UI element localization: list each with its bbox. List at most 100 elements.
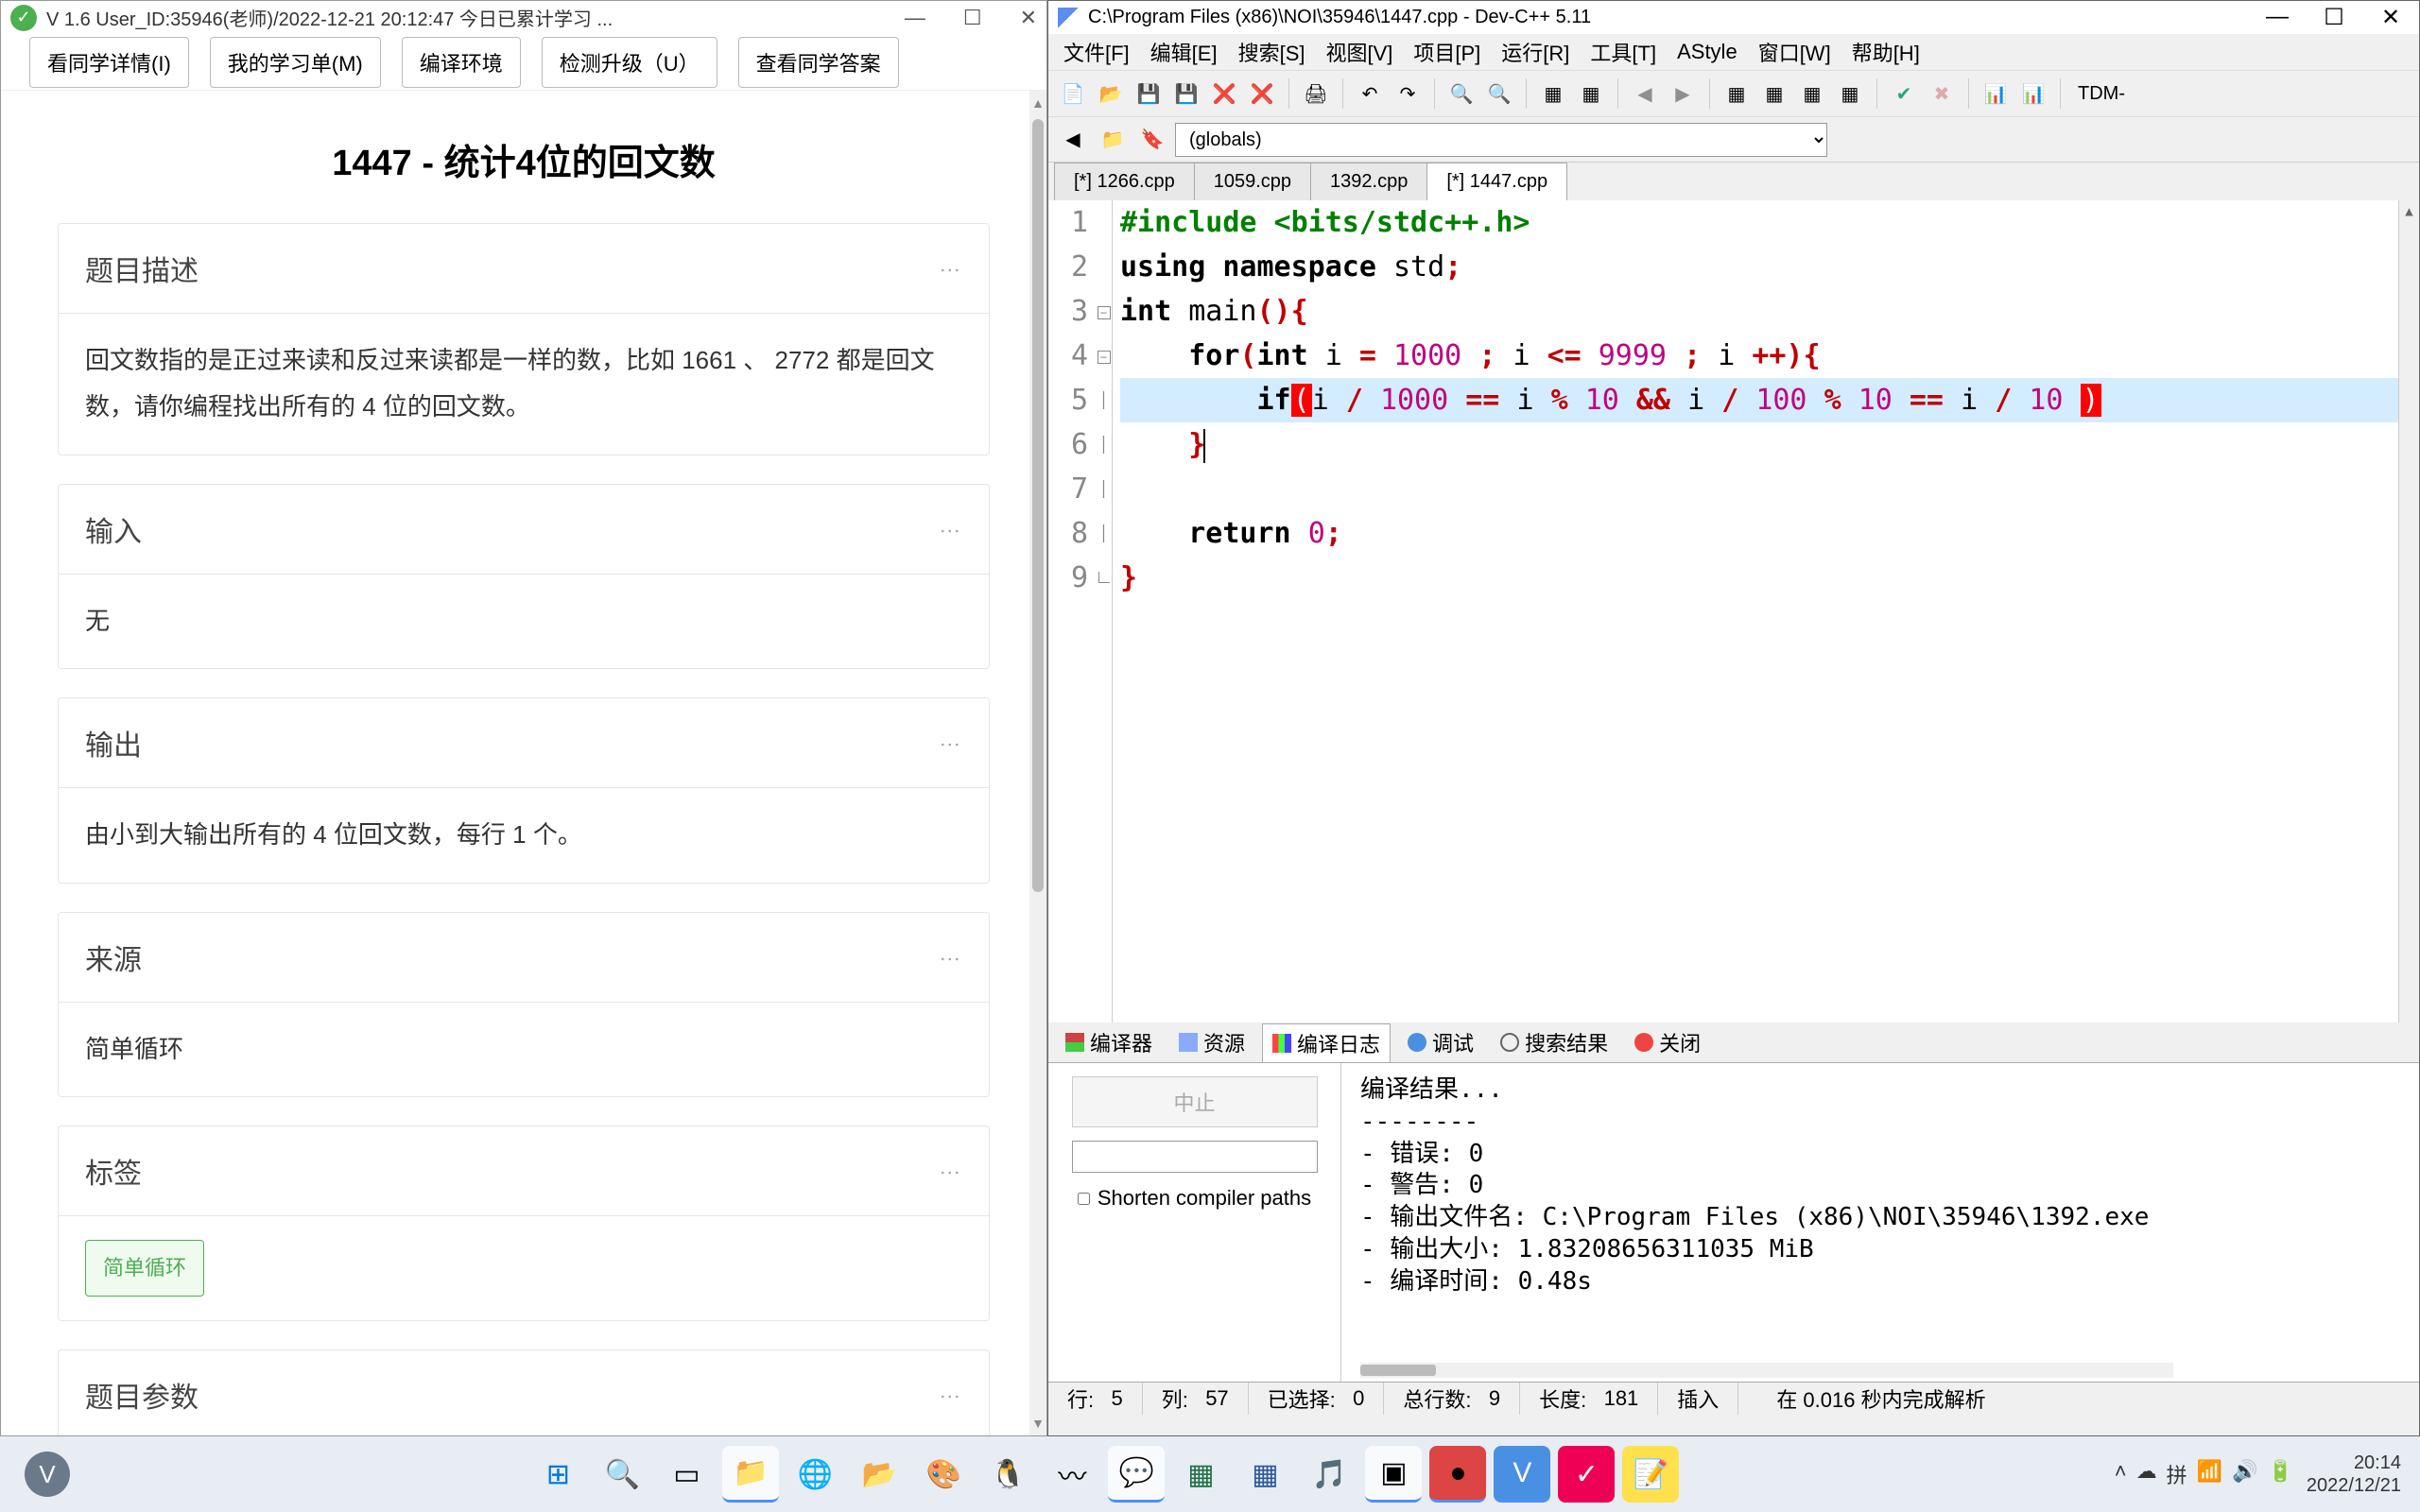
undo-icon[interactable]: ↶ bbox=[1353, 77, 1387, 111]
profile-icon[interactable]: 📊 bbox=[1979, 77, 2013, 111]
scroll-thumb[interactable] bbox=[1032, 119, 1044, 892]
compile-log-tab[interactable]: 编译日志 bbox=[1262, 1023, 1391, 1062]
tray-battery-icon[interactable]: 🔋 bbox=[2267, 1459, 2292, 1489]
word-icon[interactable]: ▦ bbox=[1236, 1446, 1293, 1503]
left-scrollbar[interactable]: ▲ ▼ bbox=[1029, 91, 1046, 1435]
kebab-icon[interactable]: ⋮ bbox=[938, 260, 962, 277]
close-file-icon[interactable]: ❌ bbox=[1207, 77, 1241, 111]
tray-chevron-icon[interactable]: ˄ bbox=[2115, 1459, 2127, 1489]
menu-run[interactable]: 运行[R] bbox=[1495, 35, 1575, 69]
view-answers-button[interactable]: 查看同学答案 bbox=[738, 37, 899, 88]
tag-pill[interactable]: 简单循环 bbox=[85, 1240, 204, 1297]
taskbar-clock[interactable]: 20:14 2022/12/21 bbox=[2307, 1452, 2401, 1497]
new-file-icon[interactable]: 📄 bbox=[1056, 77, 1090, 111]
compiler-combo-label[interactable]: TDM- bbox=[2070, 83, 2133, 105]
debug-tab[interactable]: 调试 bbox=[1398, 1023, 1483, 1061]
menu-window[interactable]: 窗口[W] bbox=[1753, 35, 1837, 69]
tray-wifi-icon[interactable]: 📶 bbox=[2197, 1459, 2222, 1489]
cancel-icon[interactable]: ✖ bbox=[1925, 77, 1959, 111]
check-icon[interactable]: ✔ bbox=[1887, 77, 1921, 111]
debug-fwd-icon[interactable]: ▶ bbox=[1666, 77, 1700, 111]
compile-output[interactable]: 编译结果... -------- - 错误: 0 - 警告: 0 - 输出文件名… bbox=[1341, 1063, 2419, 1382]
kebab-icon[interactable]: ⋮ bbox=[938, 1386, 962, 1403]
close-all-icon[interactable]: ❌ bbox=[1245, 77, 1279, 111]
search-icon[interactable]: 🔍 bbox=[594, 1446, 650, 1503]
compile-run-icon[interactable]: ▦ bbox=[1720, 77, 1754, 111]
sticky-notes-icon[interactable]: 📝 bbox=[1622, 1446, 1679, 1503]
scroll-up-icon[interactable]: ▲ bbox=[2399, 200, 2419, 223]
menu-astyle[interactable]: AStyle bbox=[1671, 38, 1743, 66]
close-tab[interactable]: 关闭 bbox=[1625, 1023, 1710, 1061]
kebab-icon[interactable]: ⋮ bbox=[938, 1162, 962, 1179]
bookmark-icon[interactable]: 🔖 bbox=[1135, 123, 1169, 157]
kebab-icon[interactable]: ⋮ bbox=[938, 734, 962, 751]
task-view-icon[interactable]: ▭ bbox=[658, 1446, 715, 1503]
goto-back-icon[interactable]: ◀ bbox=[1056, 123, 1090, 157]
save-icon[interactable]: 💾 bbox=[1132, 77, 1166, 111]
todo-icon[interactable]: ✓ bbox=[1558, 1446, 1615, 1503]
menu-file[interactable]: 文件[F] bbox=[1058, 35, 1135, 69]
devcpp-taskbar-icon[interactable]: ▣ bbox=[1365, 1446, 1422, 1503]
scroll-down-icon[interactable]: ▼ bbox=[1029, 1416, 1046, 1431]
grid-icon[interactable]: ▦ bbox=[1795, 77, 1829, 111]
folder-icon[interactable]: 📂 bbox=[851, 1446, 908, 1503]
output-hscroll[interactable] bbox=[1360, 1363, 2173, 1378]
tray-cloud-icon[interactable]: ☁ bbox=[2136, 1459, 2157, 1489]
close-button[interactable]: ✕ bbox=[1020, 6, 1037, 30]
tray-volume-icon[interactable]: 🔊 bbox=[2232, 1459, 2257, 1489]
close-button[interactable]: ✕ bbox=[2362, 0, 2419, 35]
shorten-paths-input[interactable] bbox=[1078, 1193, 1090, 1205]
scroll-up-icon[interactable]: ▲ bbox=[1029, 95, 1046, 111]
excel-icon[interactable]: ▦ bbox=[1172, 1446, 1229, 1503]
file-tab[interactable]: [*] 1266.cpp bbox=[1054, 163, 1195, 200]
paint-icon[interactable]: 🎨 bbox=[915, 1446, 972, 1503]
tray-input-icon[interactable]: 拼 bbox=[2167, 1459, 2187, 1489]
resource-tab[interactable]: 资源 bbox=[1169, 1023, 1254, 1061]
kebab-icon[interactable]: ⋮ bbox=[938, 949, 962, 966]
print-icon[interactable]: 🖨 bbox=[1299, 77, 1333, 111]
file-tab[interactable]: 1059.cpp bbox=[1194, 163, 1311, 200]
compile-env-button[interactable]: 编译环境 bbox=[402, 37, 521, 88]
save-all-icon[interactable]: 💾 bbox=[1169, 77, 1203, 111]
replace-icon[interactable]: 🔍 bbox=[1482, 77, 1516, 111]
compile-icon[interactable]: ▦ bbox=[1536, 77, 1570, 111]
menu-view[interactable]: 视图[V] bbox=[1320, 35, 1398, 69]
minimize-button[interactable]: — bbox=[2249, 0, 2306, 35]
maximize-button[interactable]: ☐ bbox=[2306, 0, 2362, 35]
abort-button[interactable]: 中止 bbox=[1072, 1076, 1318, 1127]
delete-profile-icon[interactable]: 📊 bbox=[2016, 77, 2050, 111]
debug-back-icon[interactable]: ◀ bbox=[1628, 77, 1662, 111]
open-file-icon[interactable]: 📂 bbox=[1094, 77, 1128, 111]
search-results-tab[interactable]: 搜索结果 bbox=[1491, 1023, 1617, 1061]
qq-icon[interactable]: 🐧 bbox=[979, 1446, 1036, 1503]
goto-file-icon[interactable]: 📁 bbox=[1096, 123, 1130, 157]
fold-column[interactable]: − − ││││ bbox=[1096, 200, 1113, 1022]
menu-project[interactable]: 项目[P] bbox=[1408, 35, 1486, 69]
redo-icon[interactable]: ↷ bbox=[1391, 77, 1425, 111]
classin-icon[interactable]: 〰 bbox=[1044, 1446, 1100, 1503]
globals-combo[interactable]: (globals) bbox=[1175, 123, 1827, 157]
rebuild-icon[interactable]: ▦ bbox=[1757, 77, 1791, 111]
netease-icon[interactable]: 🎵 bbox=[1301, 1446, 1357, 1503]
grid2-icon[interactable]: ▦ bbox=[1833, 77, 1867, 111]
find-icon[interactable]: 🔍 bbox=[1444, 77, 1478, 111]
kebab-icon[interactable]: ⋮ bbox=[938, 521, 962, 538]
view-classmate-details-button[interactable]: 看同学详情(I) bbox=[29, 37, 189, 88]
file-tab[interactable]: 1392.cpp bbox=[1310, 163, 1427, 200]
app-launcher-icon[interactable]: V bbox=[25, 1452, 70, 1497]
recorder-icon[interactable]: ● bbox=[1429, 1446, 1486, 1503]
file-tab-active[interactable]: [*] 1447.cpp bbox=[1426, 163, 1567, 200]
maximize-button[interactable]: ☐ bbox=[963, 6, 982, 30]
scroll-thumb[interactable] bbox=[1360, 1365, 1436, 1376]
minimize-button[interactable]: — bbox=[905, 6, 925, 30]
start-button[interactable]: ⊞ bbox=[529, 1446, 586, 1503]
run-icon[interactable]: ▦ bbox=[1574, 77, 1608, 111]
app-v-icon[interactable]: V bbox=[1494, 1446, 1550, 1503]
menu-edit[interactable]: 编辑[E] bbox=[1145, 35, 1223, 69]
menu-search[interactable]: 搜索[S] bbox=[1233, 35, 1311, 69]
wechat-icon[interactable]: 💬 bbox=[1108, 1446, 1165, 1503]
edge-icon[interactable]: 🌐 bbox=[786, 1446, 843, 1503]
shorten-paths-checkbox[interactable]: Shorten compiler paths bbox=[1078, 1186, 1311, 1211]
check-update-button[interactable]: 检测升级（U） bbox=[542, 37, 717, 88]
explorer-icon[interactable]: 📁 bbox=[722, 1446, 779, 1503]
